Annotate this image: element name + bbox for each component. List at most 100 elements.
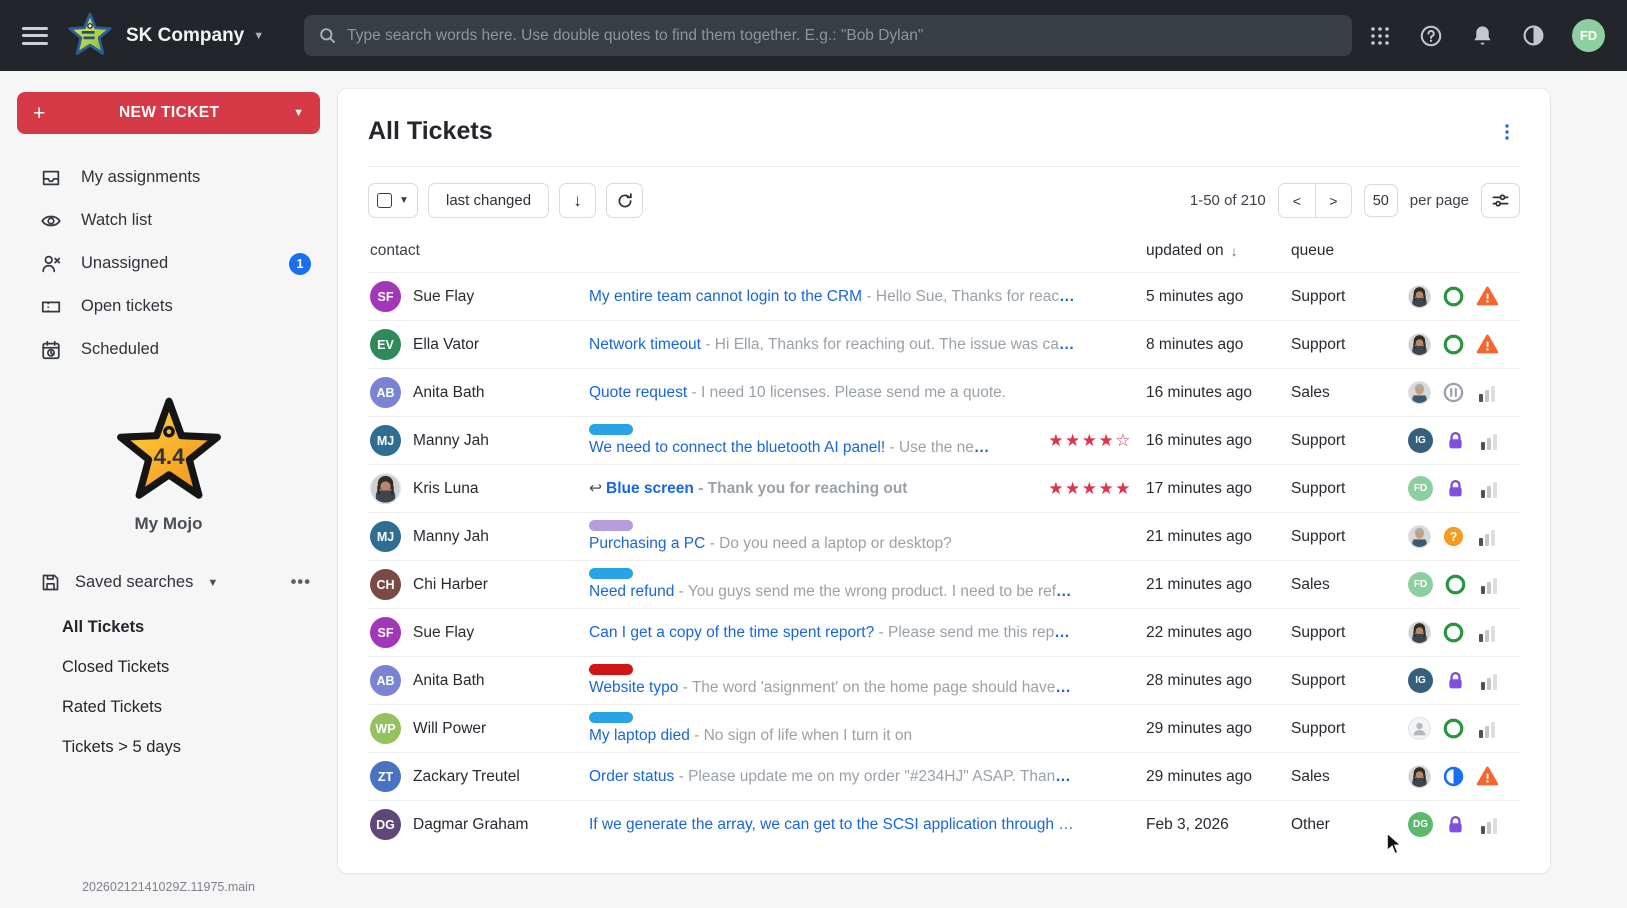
help-icon[interactable]	[1419, 24, 1443, 48]
more-options-icon[interactable]: •••	[291, 573, 311, 592]
saved-search-tickets-5-days[interactable]: Tickets > 5 days	[0, 727, 337, 767]
queue: Support	[1291, 720, 1408, 738]
mojo-widget[interactable]: 4.4 My Mojo	[0, 395, 337, 534]
next-page-button[interactable]: >	[1315, 184, 1351, 217]
eye-icon	[40, 210, 62, 232]
indicator-icon	[1478, 429, 1501, 452]
sort-direction-button[interactable]: ↓	[559, 183, 596, 218]
prev-page-button[interactable]: <	[1279, 184, 1315, 217]
contact-name: Manny Jah	[413, 528, 489, 546]
table-row[interactable]: DG Dagmar Graham ↩If we generate the arr…	[368, 800, 1520, 848]
company-switcher[interactable]: SK Company ▼	[126, 25, 264, 47]
dark-mode-icon[interactable]	[1521, 24, 1545, 48]
owner-avatar[interactable]	[1408, 381, 1431, 404]
search-input[interactable]	[347, 27, 1338, 45]
indicator-icon	[1478, 669, 1501, 692]
mojo-label: My Mojo	[0, 514, 337, 534]
per-page-input[interactable]: 50	[1364, 184, 1398, 217]
saved-searches-header[interactable]: Saved searches ▼ •••	[0, 572, 337, 593]
saved-searches-section: Saved searches ▼ ••• All Tickets Closed …	[0, 572, 337, 767]
table-row[interactable]: ZT Zackary Treutel ↩Order status - Pleas…	[368, 752, 1520, 800]
sidebar-item-my-assignments[interactable]: My assignments	[0, 156, 337, 199]
ticket-title[interactable]: We need to connect the bluetooth AI pane…	[589, 439, 885, 456]
column-settings-button[interactable]	[1481, 183, 1520, 218]
owner-avatar[interactable]	[1408, 765, 1431, 788]
user-avatar[interactable]: FD	[1572, 19, 1605, 52]
owner-avatar[interactable]: FD	[1408, 572, 1433, 597]
table-row[interactable]: SF Sue Flay ↩Can I get a copy of the tim…	[368, 608, 1520, 656]
owner-avatar[interactable]	[1408, 285, 1431, 308]
ticket-title[interactable]: Network timeout	[589, 336, 701, 353]
updated-on: 28 minutes ago	[1146, 672, 1291, 690]
ticket-title[interactable]: Website typo	[589, 679, 678, 696]
owner-avatar[interactable]	[1408, 525, 1431, 548]
sidebar-item-unassigned[interactable]: Unassigned 1	[0, 242, 337, 285]
column-header-queue[interactable]: queue	[1291, 242, 1408, 260]
table-row[interactable]: AB Anita Bath ↩Website typo - The word '…	[368, 656, 1520, 704]
column-header-updated-on[interactable]: updated on ↓	[1146, 242, 1291, 260]
chevron-down-icon: ▼	[207, 577, 218, 589]
sidebar-item-scheduled[interactable]: Scheduled	[0, 328, 337, 371]
table-row[interactable]: Kris Luna ↩Blue screen - Thank you for r…	[368, 464, 1520, 512]
notifications-bell-icon[interactable]	[1470, 24, 1494, 48]
column-header-contact[interactable]: contact	[368, 242, 589, 260]
saved-search-rated-tickets[interactable]: Rated Tickets	[0, 687, 337, 727]
table-row[interactable]: AB Anita Bath ↩Quote request - I need 10…	[368, 368, 1520, 416]
indicator-icon	[1478, 573, 1501, 596]
ticket-title[interactable]: If we generate the array, we can get to …	[589, 816, 1074, 833]
table-row[interactable]: WP Will Power ↩My laptop died - No sign …	[368, 704, 1520, 752]
ticket-tag	[589, 424, 633, 435]
new-ticket-button[interactable]: + NEW TICKET ▼	[17, 92, 320, 134]
updated-on: 29 minutes ago	[1146, 720, 1291, 738]
apps-grid-icon[interactable]	[1368, 24, 1392, 48]
ticket-title[interactable]: Quote request	[589, 384, 687, 401]
contact-name: Ella Vator	[413, 336, 479, 354]
chevron-down-icon[interactable]: ▼	[293, 107, 304, 119]
owner-avatar[interactable]: FD	[1408, 476, 1433, 501]
table-row[interactable]: EV Ella Vator ↩Network timeout - Hi Ella…	[368, 320, 1520, 368]
chevron-down-icon: ▼	[399, 195, 409, 206]
ticket-title[interactable]: My entire team cannot login to the CRM	[589, 288, 862, 305]
contact-name: Anita Bath	[413, 384, 485, 402]
sort-arrow-down-icon: ↓	[1231, 243, 1238, 259]
menu-hamburger-icon[interactable]	[22, 27, 48, 45]
owner-avatar[interactable]: IG	[1408, 428, 1433, 453]
rating-stars: ★★★★☆	[1048, 431, 1132, 451]
saved-search-closed-tickets[interactable]: Closed Tickets	[0, 647, 337, 687]
contact-name: Dagmar Graham	[413, 816, 528, 834]
select-all-button[interactable]: ▼	[368, 183, 418, 218]
owner-avatar[interactable]	[1408, 621, 1431, 644]
ticket-title[interactable]: Need refund	[589, 583, 674, 600]
owner-avatar[interactable]: DG	[1408, 812, 1433, 837]
ticket-title[interactable]: Blue screen	[606, 480, 694, 497]
owner-avatar[interactable]	[1408, 333, 1431, 356]
sort-by-button[interactable]: last changed	[428, 183, 549, 218]
sliders-icon	[1491, 191, 1510, 210]
ticket-preview: Do you need a laptop or desktop?	[719, 535, 952, 552]
ticket-title[interactable]: Order status	[589, 768, 674, 785]
owner-avatar[interactable]: IG	[1408, 668, 1433, 693]
indicator-icon	[1476, 381, 1499, 404]
queue: Sales	[1291, 384, 1408, 402]
table-row[interactable]: MJ Manny Jah ↩Purchasing a PC - Do you n…	[368, 512, 1520, 560]
sidebar-item-open-tickets[interactable]: Open tickets	[0, 285, 337, 328]
search-bar[interactable]	[304, 15, 1352, 56]
owner-avatar[interactable]	[1408, 717, 1431, 740]
sidebar-item-watch-list[interactable]: Watch list	[0, 199, 337, 242]
ticket-title[interactable]: Purchasing a PC	[589, 535, 705, 552]
queue: Support	[1291, 288, 1408, 306]
table-row[interactable]: MJ Manny Jah ↩We need to connect the blu…	[368, 416, 1520, 464]
mojo-star-icon: 4.4	[108, 395, 230, 509]
ticket-icon	[40, 296, 62, 318]
refresh-button[interactable]	[606, 183, 643, 218]
ticket-title[interactable]: Can I get a copy of the time spent repor…	[589, 624, 874, 641]
table-row[interactable]: SF Sue Flay ↩My entire team cannot login…	[368, 272, 1520, 320]
table-row[interactable]: CH Chi Harber ↩Need refund - You guys se…	[368, 560, 1520, 608]
ticket-title[interactable]: My laptop died	[589, 727, 690, 744]
tickets-table: contact updated on ↓ queue SF Sue Flay ↩…	[368, 232, 1520, 848]
app-logo-star-icon[interactable]	[68, 12, 112, 60]
panel-menu-kebab-icon[interactable]	[1494, 119, 1520, 145]
saved-search-all-tickets[interactable]: All Tickets	[0, 607, 337, 647]
queue: Support	[1291, 336, 1408, 354]
inbox-icon	[40, 167, 62, 189]
